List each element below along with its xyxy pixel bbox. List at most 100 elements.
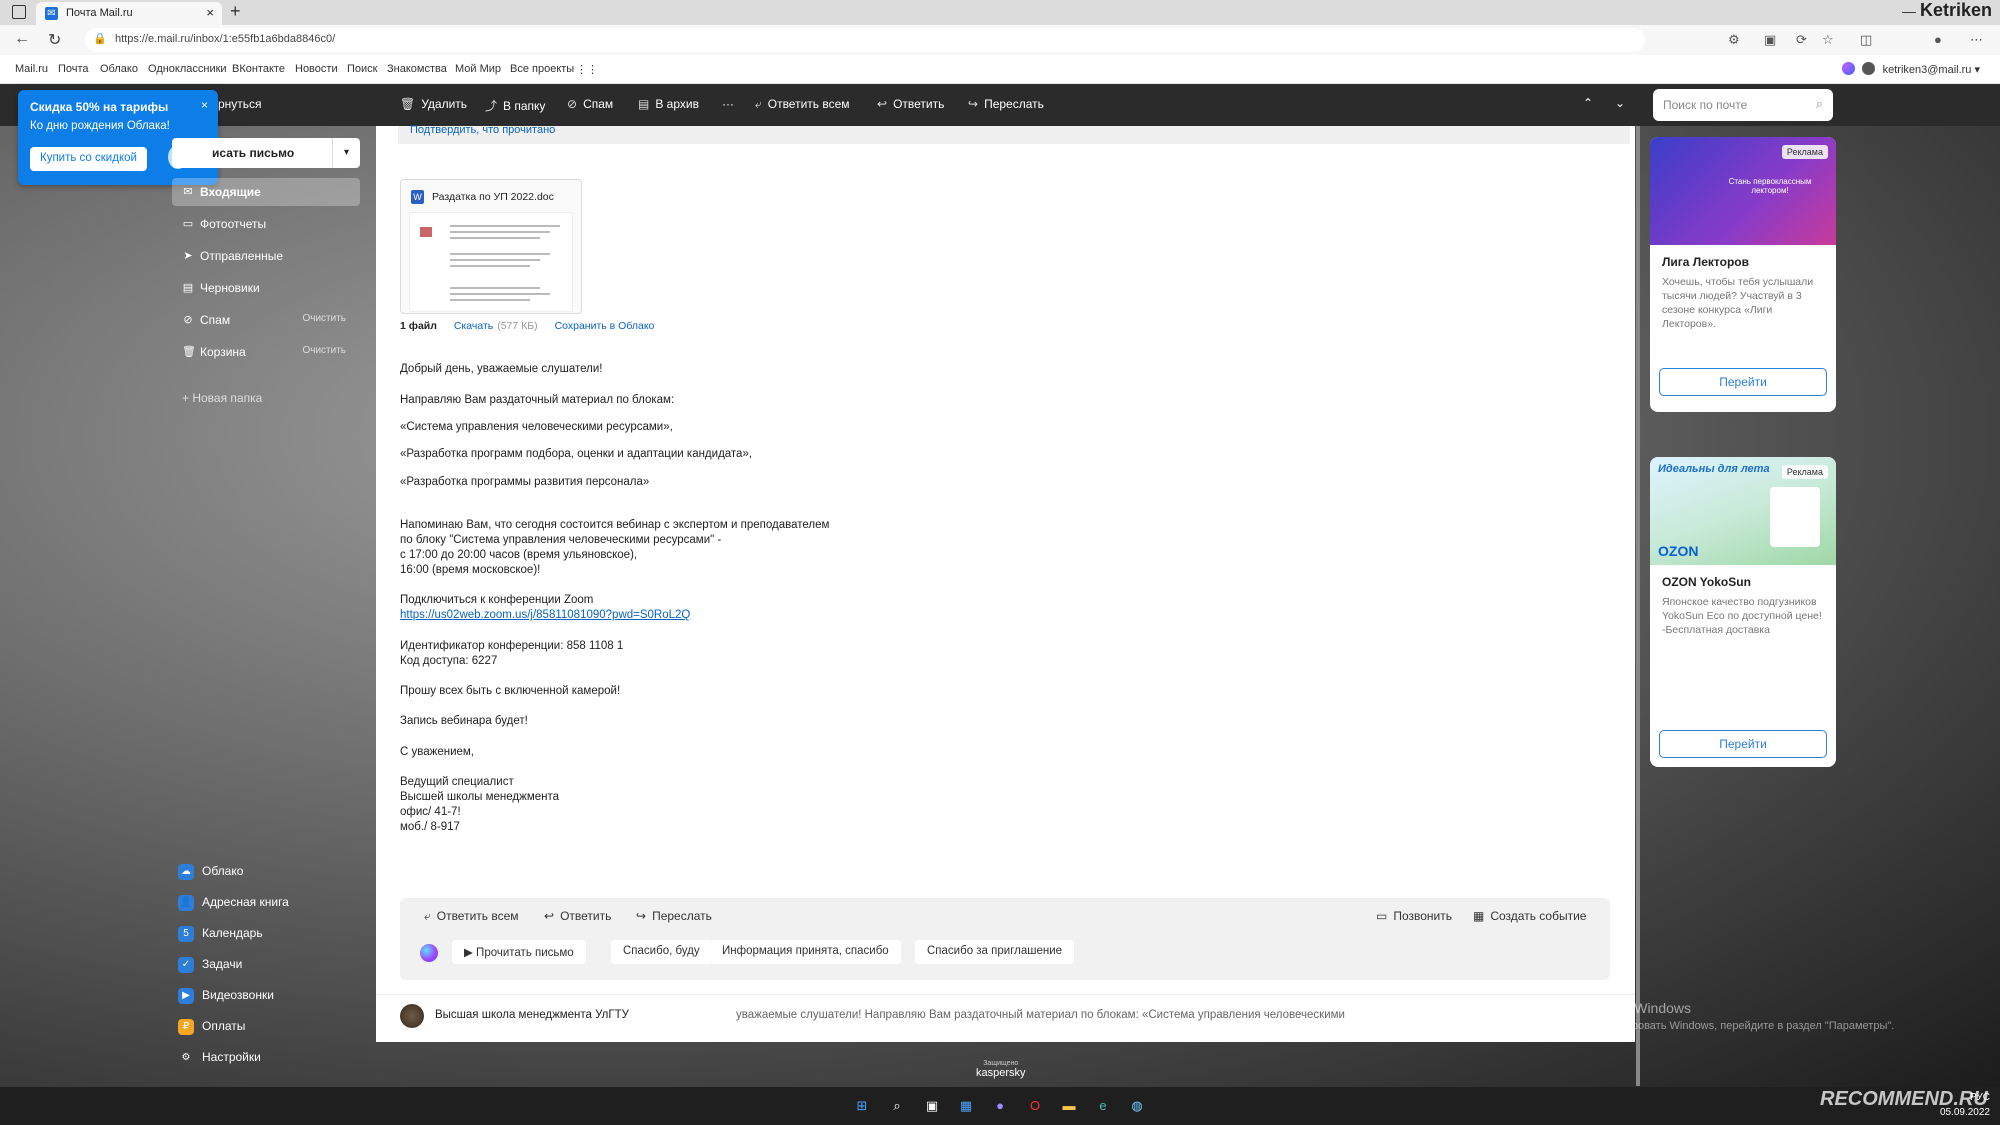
folder-sent[interactable]: ➤ Отправленные — [172, 242, 360, 270]
spam-button[interactable]: ⊘ Спам — [567, 97, 613, 111]
avatar-icon[interactable]: ● — [1934, 32, 1942, 47]
create-event-button[interactable]: ▦ Создать событие — [1473, 909, 1586, 923]
reply-all-button[interactable]: ⤶ Ответить всем — [755, 97, 850, 112]
start-icon[interactable]: ⊞ — [852, 1096, 872, 1116]
delete-button[interactable]: 🗑 Удалить — [400, 97, 467, 111]
call-button[interactable]: ▭ Позвонить — [1376, 909, 1452, 923]
folder-photo-reports[interactable]: ▭ Фотоотчеты — [172, 210, 360, 238]
portal-link-ok[interactable]: Одноклассники — [148, 63, 227, 75]
quick-reply-info-received[interactable]: Информация принята, спасибо — [710, 940, 901, 964]
reply-button[interactable]: ↩ Ответить — [544, 909, 611, 923]
chevron-down-icon[interactable]: ▾ — [332, 138, 360, 168]
letter-line: «Система управления человеческими ресурс… — [400, 421, 673, 433]
confirm-read-link[interactable]: Подтвердить, что прочитано — [398, 125, 1630, 144]
portal-link-all-projects[interactable]: Все проекты — [510, 63, 574, 75]
buy-discount-button[interactable]: Купить со скидкой — [30, 147, 147, 171]
chat-icon[interactable]: ● — [990, 1096, 1010, 1116]
app-cloud[interactable]: ☁ Облако — [178, 864, 243, 880]
network-app-icon[interactable]: ◍ — [1127, 1096, 1147, 1116]
spam-icon: ⊘ — [183, 314, 193, 326]
archive-button[interactable]: ▤ В архив — [638, 97, 699, 111]
tabs-icon[interactable]: ◫ — [1860, 32, 1872, 48]
folder-drafts[interactable]: ▤ Черновики — [172, 274, 360, 302]
portal-link-mymir[interactable]: Мой Мир — [455, 63, 501, 75]
task-view-icon[interactable]: ▣ — [922, 1096, 942, 1116]
sent-icon: ➤ — [183, 250, 193, 262]
ad-go-button[interactable]: Перейти — [1659, 730, 1827, 758]
move-to-folder-button[interactable]: ⤴ В папку — [485, 97, 545, 114]
forward-icon: ↪ — [636, 909, 647, 923]
mail-search-input[interactable]: Поиск по почте ⌕ — [1653, 89, 1833, 121]
reload-icon[interactable]: ↻ — [48, 30, 61, 50]
app-settings[interactable]: ⚙ Настройки — [178, 1050, 261, 1066]
next-letter-icon[interactable]: ⌄ — [1615, 96, 1625, 110]
back-icon[interactable]: ← — [14, 30, 30, 48]
reply-button[interactable]: ↩ Ответить — [877, 97, 944, 111]
search-icon[interactable]: ⌕ — [1816, 96, 1823, 112]
portal-link-cloud[interactable]: Облако — [100, 63, 138, 75]
clear-spam-button[interactable]: Очистить — [302, 313, 346, 324]
extensions-icon[interactable]: ⚙ — [1728, 32, 1740, 48]
tab-actions-icon[interactable] — [12, 5, 26, 19]
previous-letter-icon[interactable]: ⌃ — [1583, 96, 1593, 110]
close-tab-icon[interactable]: × — [206, 5, 214, 20]
collections-icon[interactable]: ▣ — [1764, 32, 1776, 48]
browser-tab[interactable]: ✉ Почта Mail.ru × — [36, 2, 222, 25]
compose-button[interactable]: исать письмо ▾ — [172, 138, 360, 168]
close-icon[interactable]: × — [201, 98, 208, 112]
clear-trash-button[interactable]: Очистить — [302, 345, 346, 356]
url-text: https://e.mail.ru/inbox/1:e55fb1a6bda884… — [115, 33, 336, 45]
folder-trash[interactable]: 🗑 Корзина Очистить — [172, 338, 360, 366]
ad-go-button[interactable]: Перейти — [1659, 368, 1827, 396]
back-to-list-button[interactable]: рнуться — [218, 97, 262, 111]
favorites-icon[interactable]: ☆ — [1822, 32, 1834, 48]
folder-spam[interactable]: ⊘ Спам Очистить — [172, 306, 360, 334]
opera-icon[interactable]: O — [1025, 1096, 1045, 1116]
user-email[interactable]: ketriken3@mail.ru ▾ — [1883, 63, 1980, 76]
menu-more-icon[interactable]: ⋯ — [1970, 32, 1983, 48]
search-icon[interactable]: ⌕ — [887, 1096, 907, 1116]
marusia-icon[interactable] — [420, 944, 438, 962]
sync-icon[interactable]: ⟳ — [1796, 32, 1807, 48]
letter-snippet: уважаемые слушатели! Направляю Вам разда… — [736, 1009, 1345, 1021]
marusia-icon[interactable] — [1842, 62, 1855, 75]
portal-link-vk[interactable]: ВКонтакте — [232, 63, 285, 75]
trash-icon: 🗑 — [400, 97, 416, 111]
letter-scrollbar[interactable] — [1636, 126, 1640, 1086]
app-video-calls[interactable]: ▶ Видеозвонки — [178, 988, 274, 1004]
portal-link-news[interactable]: Новости — [295, 63, 338, 75]
download-link[interactable]: Скачать — [454, 320, 493, 332]
attachment-card[interactable]: W Раздатка по УП 2022.doc — [400, 179, 582, 314]
address-bar-row: ← ↻ 🔒 https://e.mail.ru/inbox/1:e55fb1a6… — [0, 25, 2000, 55]
quick-reply-read-letter[interactable]: ▶ Прочитать письмо — [452, 940, 586, 964]
user-avatar[interactable] — [1862, 62, 1875, 75]
forward-button[interactable]: ↪ Переслать — [636, 909, 712, 923]
portal-link-dating[interactable]: Знакомства — [387, 63, 447, 75]
url-field[interactable]: 🔒 https://e.mail.ru/inbox/1:e55fb1a6bda8… — [85, 28, 1645, 52]
app-address-book[interactable]: 👤 Адресная книга — [178, 895, 289, 911]
minimize-icon[interactable]: — — [1902, 3, 1916, 19]
zoom-link[interactable]: https://us02web.zoom.us/j/85811081090?pw… — [400, 608, 690, 623]
folder-inbox[interactable]: ✉ Входящие — [172, 178, 360, 206]
widgets-icon[interactable]: ▦ — [956, 1096, 976, 1116]
portal-link-mailru[interactable]: Mail.ru — [15, 63, 48, 75]
file-explorer-icon[interactable]: ▬ — [1059, 1096, 1079, 1116]
thread-letter-row[interactable]: Высшая школа менеджмента УлГТУ уважаемые… — [376, 994, 1635, 1038]
folder-icon: ▭ — [182, 218, 194, 230]
save-to-cloud-link[interactable]: Сохранить в Облако — [555, 320, 655, 332]
quick-reply-thanks-invite[interactable]: Спасибо за приглашение — [915, 940, 1075, 964]
more-actions-button[interactable]: ··· — [722, 97, 734, 111]
forward-button[interactable]: ↪ Переслать — [968, 97, 1044, 111]
promo-subtitle: Ко дню рождения Облака! — [30, 120, 170, 132]
new-tab-icon[interactable]: + — [230, 1, 241, 22]
apps-grid-icon[interactable]: ⋮⋮ — [576, 63, 598, 76]
reply-all-button[interactable]: ⤶ Ответить всем — [424, 909, 519, 924]
app-payments[interactable]: ₽ Оплаты — [178, 1019, 245, 1035]
app-calendar[interactable]: 5 Календарь — [178, 926, 263, 942]
quick-reply-thanks-will-be[interactable]: Спасибо, буду — [611, 940, 712, 964]
app-tasks[interactable]: ✓ Задачи — [178, 957, 242, 973]
portal-link-mail[interactable]: Почта — [58, 63, 89, 75]
portal-link-search[interactable]: Поиск — [347, 63, 377, 75]
edge-icon[interactable]: e — [1093, 1096, 1113, 1116]
new-folder-button[interactable]: + Новая папка — [182, 391, 262, 405]
